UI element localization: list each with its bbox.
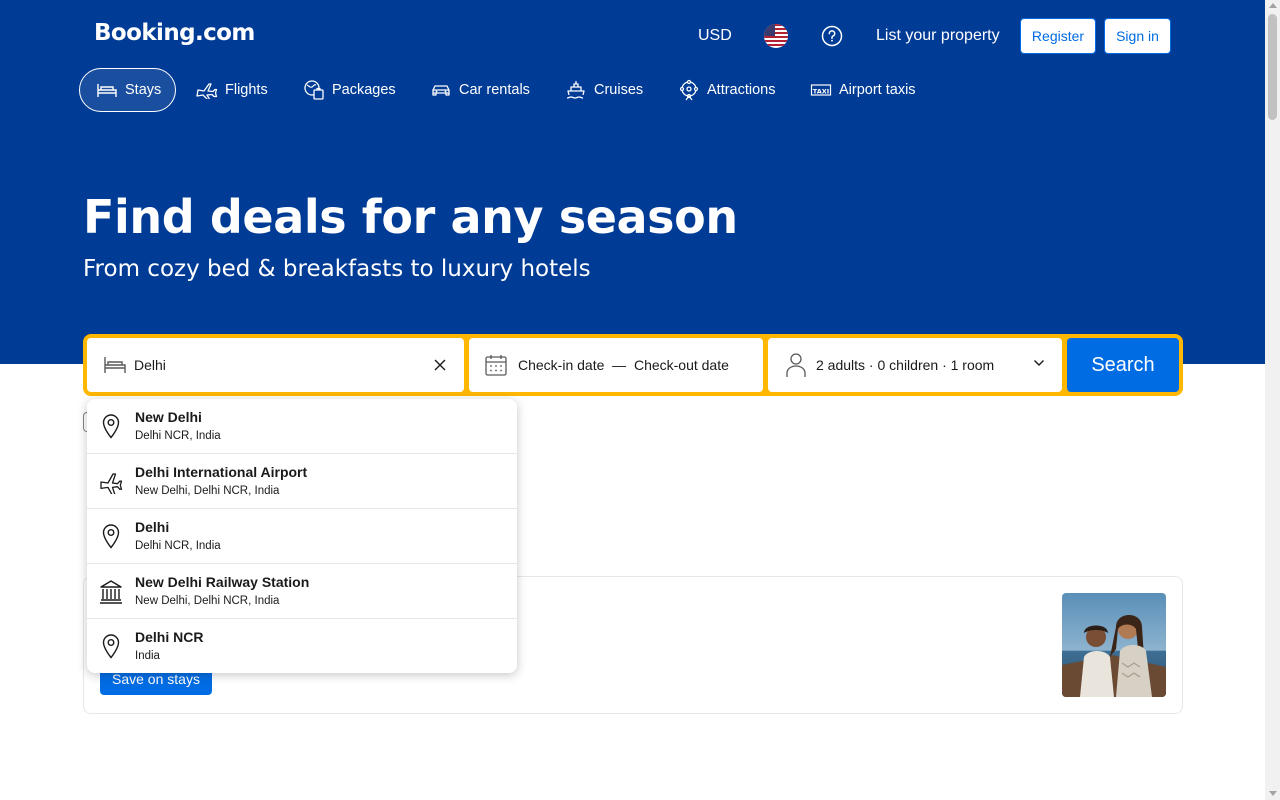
suggestion-subtitle: New Delhi, Delhi NCR, India (135, 595, 280, 607)
tab-label: Car rentals (459, 82, 530, 98)
plane-icon (196, 83, 218, 99)
register-button[interactable]: Register (1020, 18, 1096, 54)
guests-field[interactable]: 2 adults · 0 children · 1 room (768, 338, 1062, 392)
bed-icon (104, 357, 126, 373)
date-separator: — (612, 357, 627, 373)
suggestion-title: Delhi NCR (135, 629, 204, 645)
calendar-icon (485, 355, 507, 376)
location-pin-icon (102, 414, 120, 439)
taxi-icon: TAXI (810, 84, 832, 96)
checkin-label: Check-in date (518, 357, 605, 373)
suggestion-subtitle: Delhi NCR, India (135, 430, 221, 442)
guests-summary: 2 adults · 0 children · 1 room (816, 357, 995, 373)
tab-label: Cruises (594, 82, 644, 98)
checkout-label: Check-out date (633, 357, 729, 373)
dates-text: Check-in date — Check-out date (518, 357, 729, 373)
suggestion-subtitle: India (135, 650, 160, 662)
svg-text:TAXI: TAXI (813, 88, 829, 96)
hero-subtitle: From cozy bed & breakfasts to luxury hot… (83, 256, 591, 282)
suggestion-title: New Delhi (135, 409, 202, 425)
page-scrollbar[interactable] (1265, 0, 1280, 800)
tab-label: Attractions (707, 82, 776, 98)
suggestion-item[interactable]: New Delhi Delhi NCR, India (87, 399, 517, 454)
currency-selector[interactable]: USD (698, 26, 732, 46)
tab-label: Flights (225, 82, 268, 98)
suggestion-item[interactable]: Delhi International Airport New Delhi, D… (87, 454, 517, 509)
destination-suggestions: New Delhi Delhi NCR, India Delhi Interna… (87, 399, 517, 673)
person-icon (786, 353, 806, 377)
tab-label: Airport taxis (839, 82, 916, 98)
search-button[interactable]: Search (1067, 338, 1179, 392)
bed-icon (97, 84, 117, 97)
search-bar: Delhi Check-in date — Check-out date 2 a… (83, 334, 1183, 396)
attractions-icon (679, 79, 699, 101)
tab-packages[interactable]: Packages (303, 68, 396, 112)
booking-logo[interactable]: Booking.com (94, 20, 255, 46)
suggestion-subtitle: Delhi NCR, India (135, 540, 221, 552)
close-icon[interactable] (433, 358, 447, 372)
suggestion-title: New Delhi Railway Station (135, 574, 310, 590)
scroll-down-arrow-icon[interactable] (1269, 791, 1277, 796)
tab-cruises[interactable]: Cruises (565, 68, 643, 112)
destination-input[interactable]: Delhi (134, 357, 166, 373)
tab-label: Packages (332, 82, 396, 98)
airport-icon (100, 473, 123, 494)
suggestion-subtitle: New Delhi, Delhi NCR, India (135, 485, 280, 497)
hero-banner (0, 0, 1280, 364)
tab-label: Stays (125, 82, 162, 98)
location-pin-icon (102, 634, 120, 659)
tab-car-rentals[interactable]: Car rentals (430, 68, 530, 112)
tab-airport-taxis[interactable]: TAXI Airport taxis (810, 68, 916, 112)
suggestion-item[interactable]: Delhi NCR India (87, 619, 517, 673)
tab-flights[interactable]: Flights (196, 68, 268, 112)
help-icon[interactable] (821, 25, 843, 47)
suggestion-title: Delhi International Airport (135, 464, 308, 480)
tab-stays[interactable]: Stays (79, 68, 176, 112)
landmark-icon (100, 580, 122, 604)
list-property-link[interactable]: List your property (876, 26, 1000, 46)
scroll-up-arrow-icon[interactable] (1269, 3, 1277, 8)
us-flag-icon[interactable] (764, 24, 788, 48)
suggestion-item[interactable]: New Delhi Railway Station New Delhi, Del… (87, 564, 517, 619)
location-pin-icon (102, 524, 120, 549)
sign-in-button[interactable]: Sign in (1104, 18, 1171, 54)
scroll-thumb[interactable] (1268, 14, 1277, 120)
destination-field[interactable]: Delhi (87, 338, 464, 392)
tab-attractions[interactable]: Attractions (678, 68, 776, 112)
chevron-down-icon (1034, 360, 1044, 366)
packages-icon (304, 80, 324, 100)
suggestion-title: Delhi (135, 519, 170, 535)
car-icon (432, 85, 450, 96)
cruise-icon (566, 81, 585, 99)
hero-title: Find deals for any season (83, 190, 738, 244)
suggestion-item[interactable]: Delhi Delhi NCR, India (87, 509, 517, 564)
dates-field[interactable]: Check-in date — Check-out date (469, 338, 763, 392)
promo-image (1062, 593, 1166, 697)
